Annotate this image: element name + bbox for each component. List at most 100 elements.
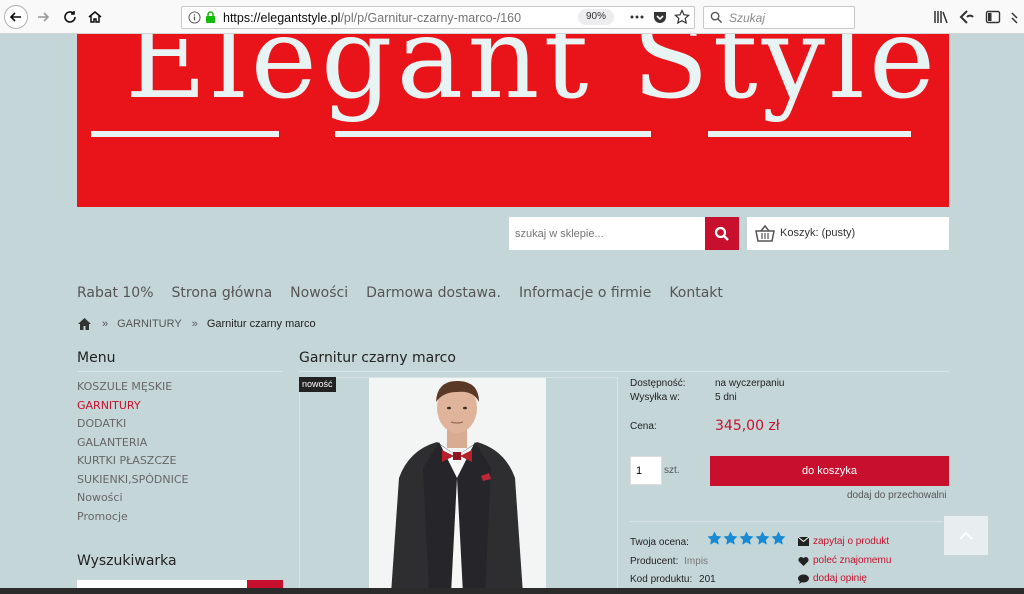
product-photo[interactable] [369, 378, 546, 594]
scroll-to-top-button[interactable] [943, 515, 989, 556]
browser-search-bar[interactable]: Szukaj [703, 6, 855, 29]
shop-banner[interactable]: Elegant Style [77, 34, 949, 207]
recommend-label: poleć znajomemu [813, 555, 892, 566]
shop-search-button[interactable] [705, 217, 739, 250]
product-title: Garnitur czarny marco [299, 350, 456, 366]
arrow-right-icon [38, 12, 50, 22]
suit-model-illustration [369, 378, 546, 594]
sidebar-item-sukienki[interactable]: SUKIENKI,SPÓDNICE [77, 473, 188, 492]
new-badge: nowość [299, 377, 336, 392]
sidebar-title: Menu [77, 350, 116, 366]
producer-value[interactable]: Impis [684, 556, 708, 567]
nav-item-darmowa-dostawa[interactable]: Darmowa dostawa. [366, 285, 501, 301]
banner-underline-right [708, 131, 911, 137]
menu-button[interactable] [1009, 9, 1024, 25]
sidebar-item-dodatki[interactable]: DODATKI [77, 417, 188, 436]
code-label: Kod produktu: [630, 574, 693, 585]
nav-item-rabat[interactable]: Rabat 10% [77, 285, 154, 301]
url-bar[interactable]: https://elegantstyle.pl/pl/p/Garnitur-cz… [181, 6, 695, 29]
star-icon[interactable] [739, 531, 754, 545]
shipping-label: Wysyłka w: [630, 392, 680, 403]
search-icon [714, 226, 729, 241]
library-button[interactable] [933, 9, 949, 25]
nav-item-kontakt[interactable]: Kontakt [669, 285, 723, 301]
basket-icon [755, 224, 775, 242]
add-to-storage-link[interactable]: dodaj do przechowalni [847, 490, 947, 501]
add-review-link[interactable]: dodaj opinię [798, 573, 867, 584]
shop-search-field[interactable] [509, 217, 705, 250]
sidebar-icon [985, 10, 1001, 24]
sidebar-toggle-button[interactable] [985, 9, 1001, 25]
page-actions-button[interactable] [629, 9, 645, 25]
sidebar-divider [77, 371, 283, 372]
sidebar-item-galanteria[interactable]: GALANTERIA [77, 436, 188, 455]
sidebar-item-koszule[interactable]: KOSZULE MĘSKIE [77, 380, 188, 399]
breadcrumb-category[interactable]: GARNITURY [117, 318, 182, 330]
breadcrumb-separator: » [102, 318, 109, 330]
reload-button[interactable] [58, 5, 82, 29]
quantity-input[interactable] [631, 457, 661, 484]
shipping-value: 5 dni [715, 392, 737, 403]
sidebar-item-kurtki[interactable]: KURTKI PŁASZCZE [77, 454, 188, 473]
star-icon[interactable] [707, 531, 722, 545]
breadcrumb-separator: » [191, 318, 198, 330]
breadcrumb: » GARNITURY » Garnitur czarny marco [77, 317, 316, 331]
back-button[interactable] [4, 5, 28, 29]
quantity-field[interactable] [630, 456, 662, 485]
url-text: https://elegantstyle.pl/pl/p/Garnitur-cz… [223, 11, 521, 25]
envelope-icon [798, 537, 809, 546]
comment-icon [798, 574, 809, 584]
banner-underline-middle [335, 131, 651, 137]
star-outline-icon [674, 9, 690, 25]
availability-label: Dostępność: [630, 378, 686, 389]
star-icon[interactable] [723, 531, 738, 545]
nav-item-strona-glowna[interactable]: Strona główna [172, 285, 273, 301]
pocket-icon [654, 12, 666, 23]
add-review-label: dodaj opinię [813, 573, 867, 584]
product-divider [299, 371, 949, 372]
ask-product-link[interactable]: zapytaj o produkt [798, 536, 889, 547]
availability-value: na wyczerpaniu [715, 378, 785, 389]
recommend-link[interactable]: poleć znajomemu [798, 555, 891, 566]
sidebar-item-promocje[interactable]: Promocje [77, 510, 188, 529]
bookmark-button[interactable] [674, 9, 690, 25]
star-icon[interactable] [771, 531, 786, 545]
sidebar-item-garnitury[interactable]: GARNITURY [77, 399, 188, 418]
star-icon[interactable] [755, 531, 770, 545]
overflow-chevron-icon [1011, 12, 1018, 24]
add-to-cart-button[interactable]: do koszyka [710, 456, 949, 486]
sidebar-item-nowosci[interactable]: Nowości [77, 491, 188, 510]
search-icon [710, 11, 723, 24]
window-bottom-edge [0, 588, 1024, 594]
forward-button[interactable] [31, 5, 55, 29]
arrow-left-icon [9, 12, 21, 22]
reload-icon [64, 11, 76, 23]
code-row: Kod produktu: 201 [630, 574, 716, 585]
home-icon[interactable] [77, 317, 92, 331]
pocket-button[interactable] [652, 9, 668, 25]
shop-search-input[interactable] [509, 217, 705, 250]
home-icon [88, 11, 102, 23]
breadcrumb-current: Garnitur czarny marco [206, 318, 316, 330]
more-dots-icon [630, 15, 644, 19]
url-path: /pl/p/Garnitur-czarny-marco-/160 [340, 11, 522, 25]
sync-icon [959, 10, 974, 24]
sync-button[interactable] [959, 9, 975, 25]
cart-widget[interactable]: Koszyk: (pusty) [747, 217, 949, 250]
nav-item-nowosci[interactable]: Nowości [290, 285, 348, 301]
rating-stars[interactable] [707, 531, 786, 545]
heart-icon [798, 556, 809, 566]
sidebar-search-title: Wyszukiwarka [77, 553, 177, 569]
zoom-indicator[interactable]: 90% [578, 9, 615, 25]
producer-label: Producent: [630, 556, 679, 567]
banner-logo-text: Elegant Style [125, 34, 940, 124]
banner-underline-left [91, 131, 279, 137]
url-host: https://elegantstyle.pl [223, 11, 341, 25]
chevron-up-icon [959, 531, 973, 540]
library-icon [934, 11, 948, 24]
info-icon[interactable] [188, 11, 201, 24]
nav-item-informacje[interactable]: Informacje o firmie [519, 285, 651, 301]
browser-toolbar: https://elegantstyle.pl/pl/p/Garnitur-cz… [0, 0, 1024, 34]
browser-search-placeholder: Szukaj [729, 11, 766, 25]
home-button[interactable] [83, 5, 107, 29]
